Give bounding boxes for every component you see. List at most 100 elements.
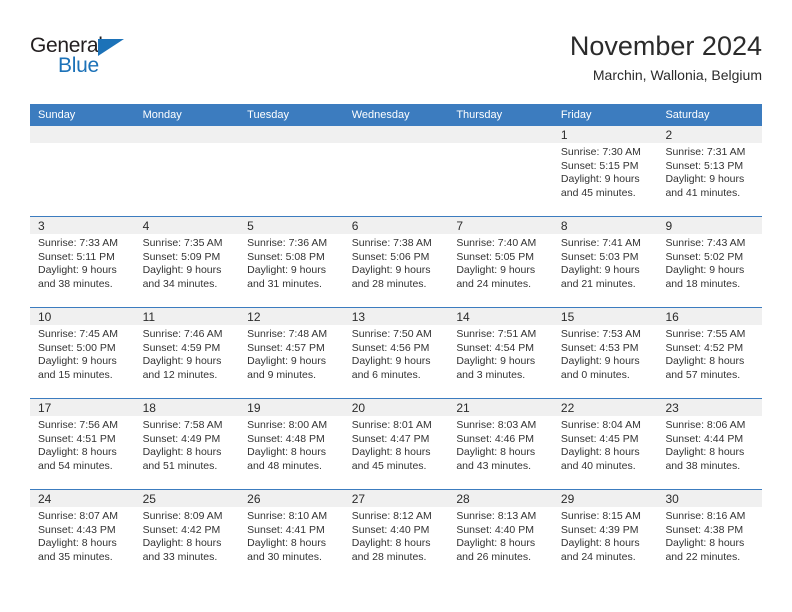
day-cell-21[interactable]: 21 Sunrise: 8:03 AM Sunset: 4:46 PM Dayligh… <box>448 399 553 489</box>
day-number: 21 <box>456 401 470 415</box>
daylight-text-line1: Daylight: 9 hours <box>142 355 222 368</box>
day-cell-3[interactable]: 3 Sunrise: 7:33 AM Sunset: 5:11 PM Daylight… <box>30 217 135 307</box>
daylight-text-line2: and 34 minutes. <box>142 277 218 290</box>
daylight-text-line1: Daylight: 9 hours <box>665 173 745 186</box>
day-details: Sunrise: 7:48 AM Sunset: 4:57 PM Daylight:… <box>239 325 344 382</box>
day-cell-20[interactable]: 20 Sunrise: 8:01 AM Sunset: 4:47 PM Dayligh… <box>343 399 449 489</box>
daylight-text-line2: and 38 minutes. <box>665 459 741 472</box>
day-cell-4[interactable]: 4 Sunrise: 7:35 AM Sunset: 5:09 PM Daylight… <box>134 217 240 307</box>
day-cell-30[interactable]: 30 Sunrise: 8:16 AM Sunset: 4:38 PM Dayligh… <box>657 490 763 580</box>
daylight-text-line2: and 24 minutes. <box>456 277 532 290</box>
day-cell-13[interactable]: 13 Sunrise: 7:50 AM Sunset: 4:56 PM Dayligh… <box>343 308 449 398</box>
day-cell-17[interactable]: 17 Sunrise: 7:56 AM Sunset: 4:51 PM Dayligh… <box>30 399 135 489</box>
sunrise-text: Sunrise: 7:35 AM <box>142 237 223 249</box>
day-details: Sunrise: 8:10 AM Sunset: 4:41 PM Daylight:… <box>239 507 344 564</box>
day-number-band: 1 <box>552 126 658 143</box>
day-details: Sunrise: 8:07 AM Sunset: 4:43 PM Daylight:… <box>30 507 135 564</box>
day-cell-15[interactable]: 15 Sunrise: 7:53 AM Sunset: 4:53 PM Dayligh… <box>552 308 658 398</box>
day-cell-27[interactable]: 27 Sunrise: 8:12 AM Sunset: 4:40 PM Dayligh… <box>343 490 449 580</box>
weekday-header-row: Sunday Monday Tuesday Wednesday Thursday Frid… <box>30 104 762 126</box>
daylight-text-line1: Daylight: 9 hours <box>247 355 326 368</box>
day-number: 28 <box>456 492 470 506</box>
day-number-band: 27 <box>343 490 449 507</box>
day-cell-16[interactable]: 16 Sunrise: 7:55 AM Sunset: 4:52 PM Dayligh… <box>657 308 763 398</box>
day-cell-26[interactable]: 26 Sunrise: 8:10 AM Sunset: 4:41 PM Dayligh… <box>239 490 344 580</box>
day-details: Sunrise: 7:35 AM Sunset: 5:09 PM Daylight:… <box>135 234 240 291</box>
day-cell-29[interactable]: 29 Sunrise: 8:15 AM Sunset: 4:39 PM Dayligh… <box>552 490 658 580</box>
day-cell-25[interactable]: 25 Sunrise: 8:09 AM Sunset: 4:42 PM Dayligh… <box>134 490 240 580</box>
day-cell-14[interactable]: 14 Sunrise: 7:51 AM Sunset: 4:54 PM Dayligh… <box>448 308 553 398</box>
daylight-text-line1: Daylight: 9 hours <box>665 264 745 277</box>
day-number: 26 <box>247 492 261 506</box>
day-number: 17 <box>38 401 52 415</box>
day-details: Sunrise: 7:31 AM Sunset: 5:13 PM Daylight:… <box>657 143 762 200</box>
sunset-text: Sunset: 4:54 PM <box>456 341 534 354</box>
day-cell-2[interactable]: 2 Sunrise: 7:31 AM Sunset: 5:13 PM Daylight… <box>657 126 763 216</box>
sunset-text: Sunset: 5:15 PM <box>560 159 639 172</box>
sunrise-text: Sunrise: 7:40 AM <box>456 237 537 249</box>
day-cell-23[interactable]: 23 Sunrise: 8:06 AM Sunset: 4:44 PM Dayligh… <box>657 399 763 489</box>
daylight-text-line2: and 40 minutes. <box>560 459 636 472</box>
calendar-week-row: 1 Sunrise: 7:30 AM Sunset: 5:15 PM Daylight… <box>30 126 763 217</box>
day-cell-28[interactable]: 28 Sunrise: 8:13 AM Sunset: 4:40 PM Dayligh… <box>448 490 553 580</box>
sunrise-text: Sunrise: 8:12 AM <box>351 510 432 522</box>
day-number-band: 9 <box>657 217 763 234</box>
daylight-text-line2: and 15 minutes. <box>38 368 113 381</box>
day-number-band: 20 <box>343 399 449 416</box>
sunrise-text: Sunrise: 8:01 AM <box>351 419 432 431</box>
sunrise-text: Sunrise: 7:56 AM <box>38 419 118 431</box>
sunset-text: Sunset: 5:09 PM <box>142 250 221 263</box>
day-details: Sunrise: 7:46 AM Sunset: 4:59 PM Daylight:… <box>135 325 240 382</box>
day-cell-18[interactable]: 18 Sunrise: 7:58 AM Sunset: 4:49 PM Dayligh… <box>134 399 240 489</box>
day-cell-10[interactable]: 10 Sunrise: 7:45 AM Sunset: 5:00 PM Dayligh… <box>30 308 135 398</box>
day-details: Sunrise: 8:04 AM Sunset: 4:45 PM Daylight:… <box>553 416 658 473</box>
day-details: Sunrise: 7:41 AM Sunset: 5:03 PM Daylight:… <box>553 234 658 291</box>
day-cell-7[interactable]: 7 Sunrise: 7:40 AM Sunset: 5:05 PM Daylight… <box>448 217 553 307</box>
day-details: Sunrise: 7:40 AM Sunset: 5:05 PM Daylight:… <box>448 234 553 291</box>
day-cell-12[interactable]: 12 Sunrise: 7:48 AM Sunset: 4:57 PM Dayligh… <box>239 308 344 398</box>
day-cell-9[interactable]: 9 Sunrise: 7:43 AM Sunset: 5:02 PM Daylight… <box>657 217 763 307</box>
general-blue-logo[interactable]: General Blue <box>30 34 150 90</box>
sunrise-text: Sunrise: 7:50 AM <box>351 328 432 340</box>
day-number-band: 24 <box>30 490 135 507</box>
sunset-text: Sunset: 4:41 PM <box>247 523 325 536</box>
day-details: Sunrise: 8:01 AM Sunset: 4:47 PM Daylight:… <box>344 416 449 473</box>
day-details: Sunrise: 7:58 AM Sunset: 4:49 PM Daylight:… <box>135 416 240 473</box>
calendar-week-row: 17 Sunrise: 7:56 AM Sunset: 4:51 PM Dayligh… <box>30 399 763 490</box>
day-cell-5[interactable]: 5 Sunrise: 7:36 AM Sunset: 5:08 PM Daylight… <box>239 217 344 307</box>
daylight-text-line2: and 54 minutes. <box>38 459 113 472</box>
calendar-weeks: 1 Sunrise: 7:30 AM Sunset: 5:15 PM Daylight… <box>30 126 763 580</box>
day-details: Sunrise: 7:56 AM Sunset: 4:51 PM Daylight:… <box>30 416 135 473</box>
day-cell-22[interactable]: 22 Sunrise: 8:04 AM Sunset: 4:45 PM Dayligh… <box>552 399 658 489</box>
day-details: Sunrise: 8:12 AM Sunset: 4:40 PM Daylight:… <box>344 507 449 564</box>
day-number: 7 <box>456 219 463 233</box>
day-cell-1[interactable]: 1 Sunrise: 7:30 AM Sunset: 5:15 PM Daylight… <box>552 126 658 216</box>
sunset-text: Sunset: 4:46 PM <box>456 432 534 445</box>
sunrise-text: Sunrise: 7:36 AM <box>247 237 328 249</box>
sunrise-text: Sunrise: 8:00 AM <box>247 419 328 431</box>
sunset-text: Sunset: 5:11 PM <box>38 250 115 263</box>
sunrise-text: Sunrise: 8:15 AM <box>560 510 641 522</box>
sunset-text: Sunset: 4:49 PM <box>142 432 221 445</box>
day-number-band: 4 <box>134 217 240 234</box>
day-cell-11[interactable]: 11 Sunrise: 7:46 AM Sunset: 4:59 PM Dayligh… <box>134 308 240 398</box>
day-cell-24[interactable]: 24 Sunrise: 8:07 AM Sunset: 4:43 PM Dayligh… <box>30 490 135 580</box>
daylight-text-line2: and 35 minutes. <box>38 550 113 563</box>
day-cell-6[interactable]: 6 Sunrise: 7:38 AM Sunset: 5:06 PM Daylight… <box>343 217 449 307</box>
sunrise-text: Sunrise: 8:10 AM <box>247 510 328 522</box>
daylight-text-line2: and 21 minutes. <box>560 277 636 290</box>
day-number-band <box>448 126 553 143</box>
day-number: 13 <box>351 310 366 324</box>
day-number-band: 7 <box>448 217 553 234</box>
day-cell-empty <box>343 126 449 216</box>
daylight-text-line2: and 43 minutes. <box>456 459 532 472</box>
day-number-band: 12 <box>239 308 344 325</box>
logo-triangle-icon <box>98 39 124 56</box>
day-cell-19[interactable]: 19 Sunrise: 8:00 AM Sunset: 4:48 PM Dayligh… <box>239 399 344 489</box>
day-details: Sunrise: 7:38 AM Sunset: 5:06 PM Daylight:… <box>344 234 449 291</box>
sunset-text: Sunset: 4:48 PM <box>247 432 325 445</box>
day-cell-8[interactable]: 8 Sunrise: 7:41 AM Sunset: 5:03 PM Daylight… <box>552 217 658 307</box>
sunset-text: Sunset: 4:40 PM <box>456 523 534 536</box>
day-number-band: 28 <box>448 490 553 507</box>
day-details: Sunrise: 7:55 AM Sunset: 4:52 PM Daylight:… <box>657 325 762 382</box>
